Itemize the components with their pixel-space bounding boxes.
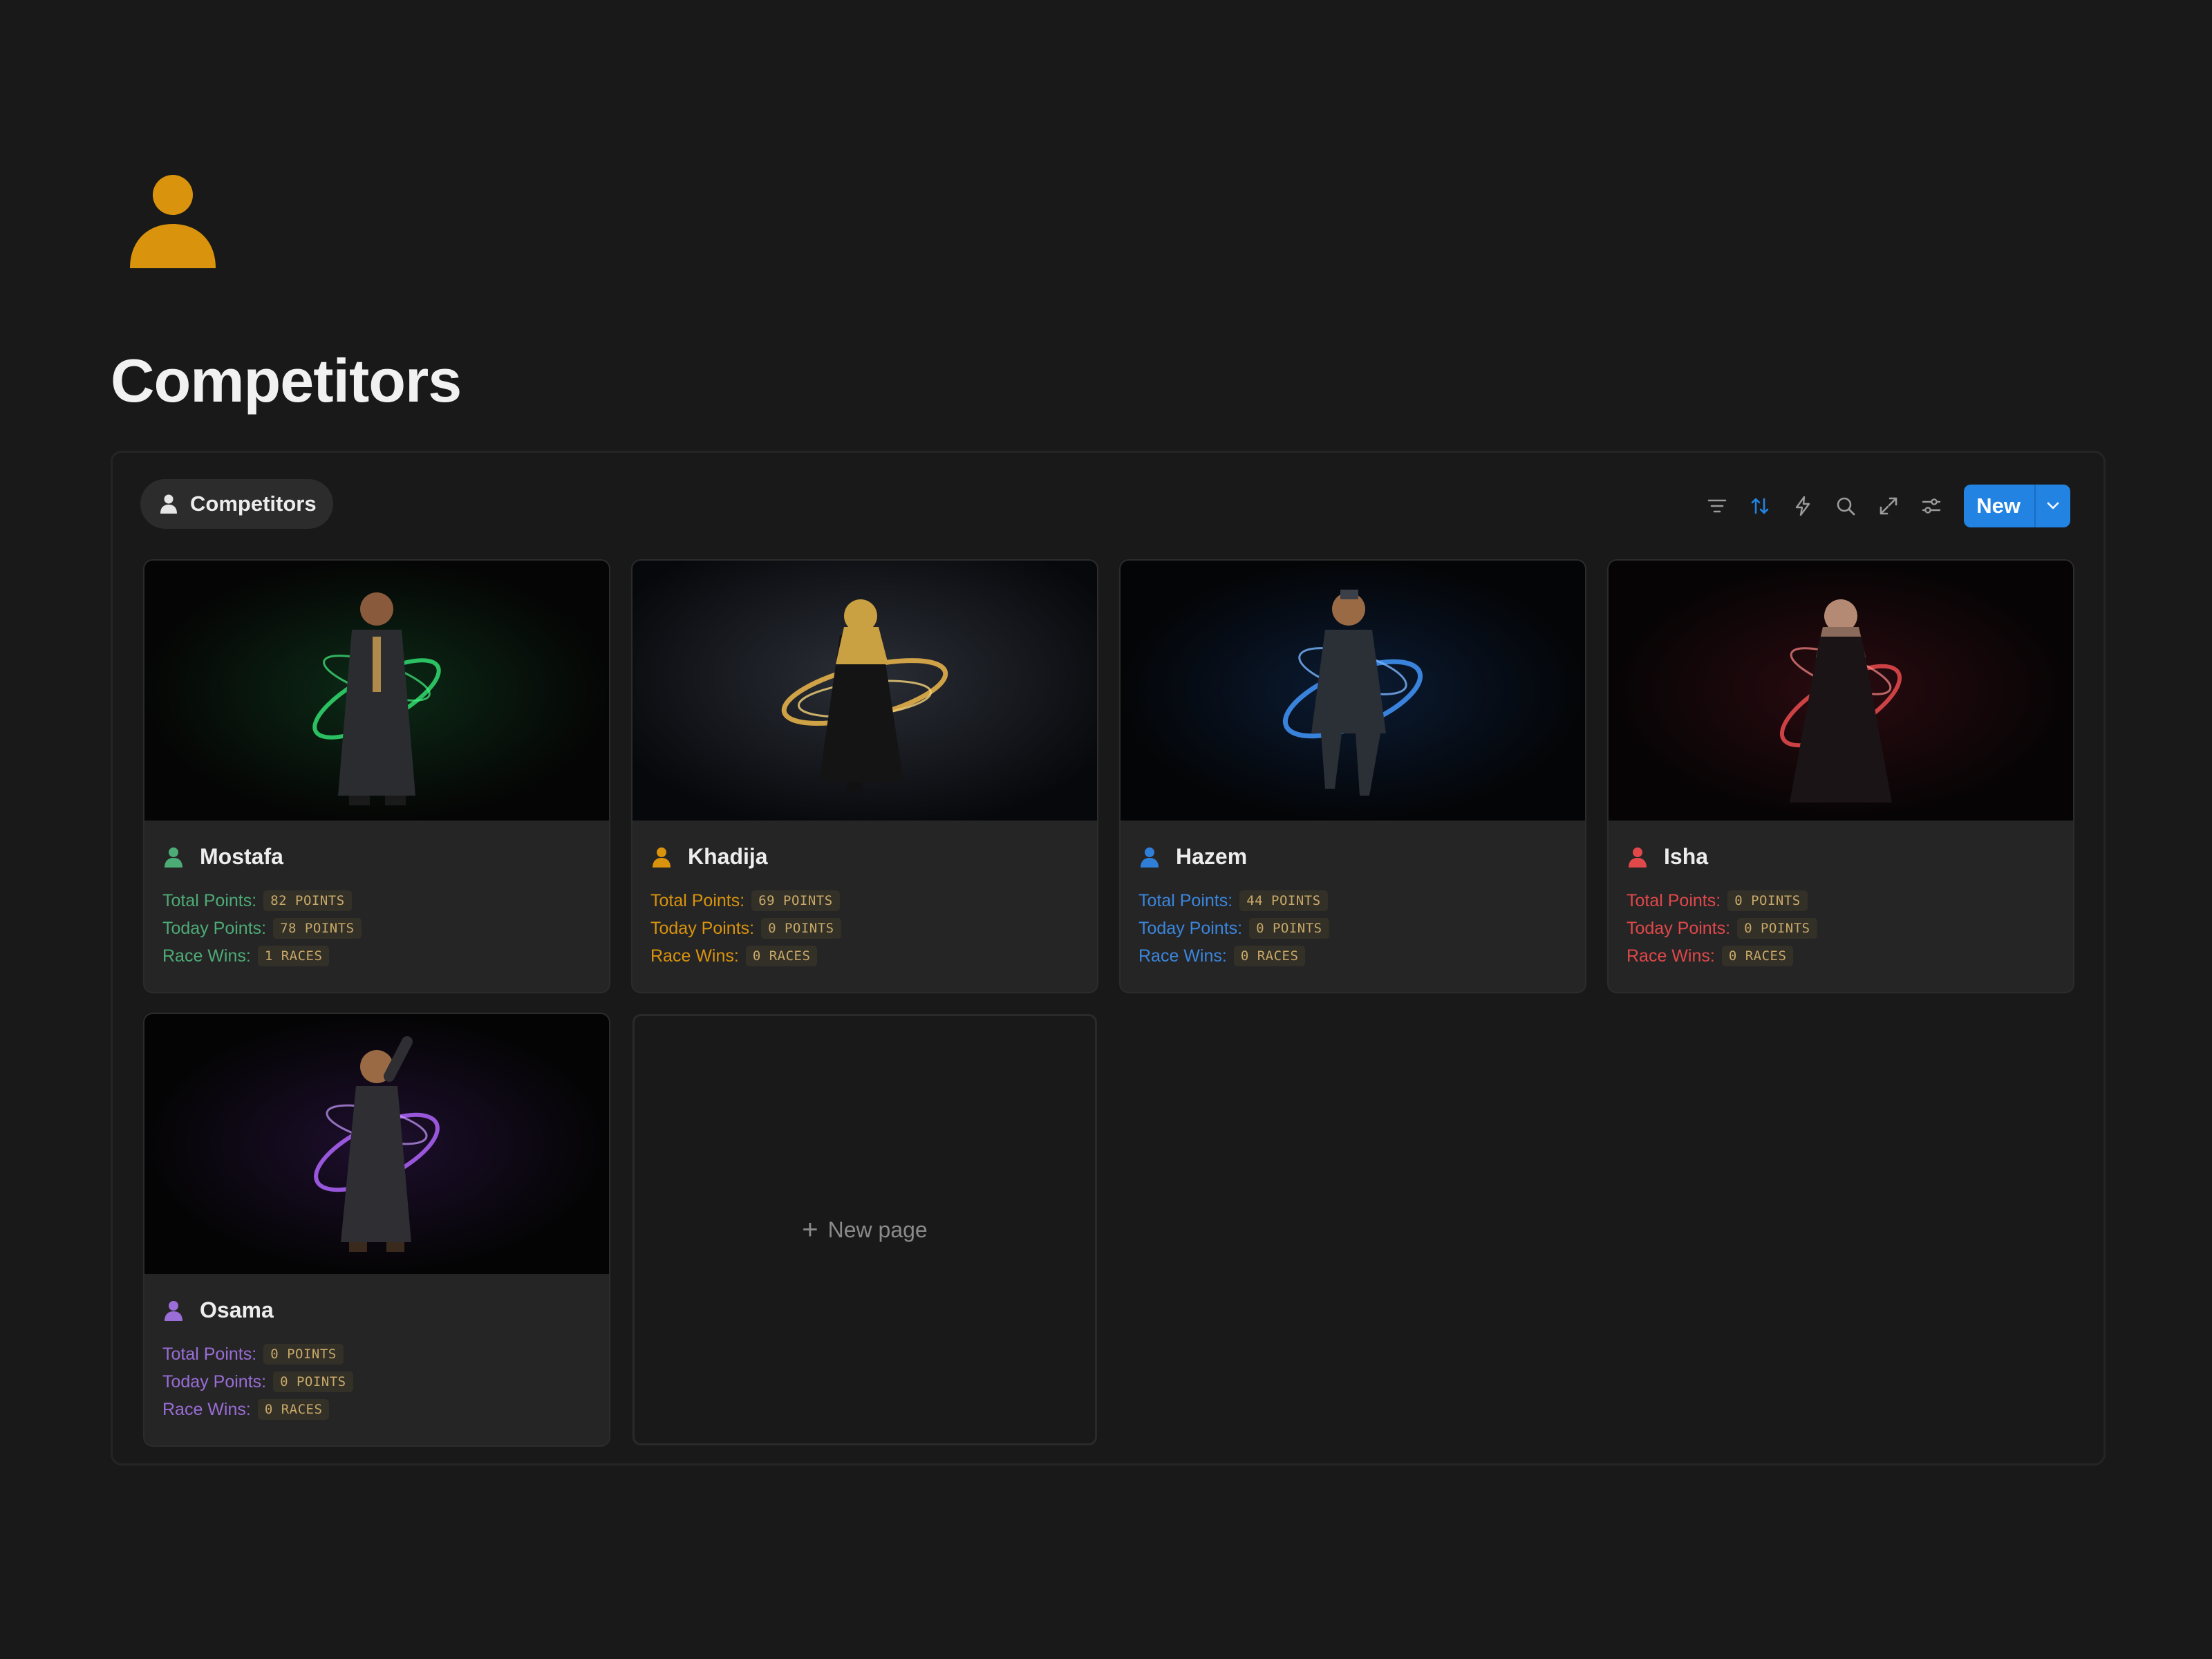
prop-race-wins: Race Wins: 1 RACES — [162, 944, 330, 968]
value-chip: 0 POINTS — [1737, 918, 1817, 939]
prop-race-wins: Race Wins: 0 RACES — [1627, 944, 1794, 968]
prop-label: Race Wins: — [162, 1399, 251, 1419]
prop-today-points: Today Points: 0 POINTS — [1627, 916, 1817, 941]
expand-button[interactable] — [1867, 485, 1910, 527]
value-chip: 0 POINTS — [273, 1371, 353, 1392]
value-chip: 69 POINTS — [751, 890, 840, 911]
prop-label: Total Points: — [162, 1344, 257, 1364]
new-button-group: New — [1964, 485, 2070, 527]
person-icon — [1629, 847, 1647, 868]
view-tab-competitors[interactable]: Competitors — [140, 479, 333, 529]
card-cover-image — [144, 561, 609, 821]
value-chip: 78 POINTS — [273, 918, 362, 939]
chevron-down-icon — [2047, 502, 2059, 509]
person-icon — [1141, 847, 1159, 868]
view-tab-label: Competitors — [190, 491, 317, 516]
prop-label: Today Points: — [1138, 918, 1243, 938]
gallery-card[interactable]: Osama Total Points: 0 POINTS Today Point… — [144, 1014, 609, 1445]
database-view: Competitors New Mostafa Total Points: 82… — [111, 451, 2106, 1465]
card-title: Isha — [1627, 844, 1708, 870]
prop-label: Total Points: — [1138, 890, 1233, 910]
automation-button[interactable] — [1781, 485, 1824, 527]
prop-label: Race Wins: — [162, 946, 251, 966]
page-person-icon[interactable] — [130, 174, 216, 268]
prop-label: Race Wins: — [1138, 946, 1227, 966]
value-chip: 0 RACES — [1233, 946, 1306, 966]
card-name: Hazem — [1176, 844, 1248, 869]
new-page-card[interactable]: + New page — [632, 1014, 1097, 1445]
prop-race-wins: Race Wins: 0 RACES — [650, 944, 818, 968]
prop-label: Today Points: — [162, 918, 267, 938]
card-cover-image — [1121, 561, 1585, 821]
prop-label: Total Points: — [1627, 890, 1721, 910]
sort-icon — [1751, 498, 1769, 514]
value-chip: 82 POINTS — [263, 890, 352, 911]
person-icon — [160, 494, 177, 514]
prop-label: Today Points: — [1627, 918, 1731, 938]
value-chip: 0 RACES — [257, 1399, 330, 1420]
card-cover-image — [1609, 561, 2073, 821]
page-title: Competitors — [111, 346, 462, 415]
prop-total-points: Total Points: 69 POINTS — [650, 888, 840, 913]
value-chip: 0 POINTS — [1727, 890, 1808, 911]
value-chip: 0 POINTS — [761, 918, 841, 939]
card-title: Mostafa — [162, 844, 283, 870]
card-name: Isha — [1664, 844, 1709, 869]
prop-today-points: Today Points: 0 POINTS — [162, 1369, 353, 1394]
sort-button[interactable] — [1738, 485, 1781, 527]
new-button[interactable]: New — [1964, 485, 2034, 527]
value-chip: 44 POINTS — [1239, 890, 1328, 911]
person-icon — [165, 847, 182, 868]
view-settings-button[interactable] — [1910, 485, 1953, 527]
prop-race-wins: Race Wins: 0 RACES — [162, 1397, 330, 1422]
prop-total-points: Total Points: 0 POINTS — [162, 1342, 344, 1367]
card-title: Hazem — [1138, 844, 1247, 870]
gallery-card[interactable]: Mostafa Total Points: 82 POINTS Today Po… — [144, 561, 609, 992]
card-cover-image — [632, 561, 1097, 821]
person-icon — [165, 1300, 182, 1321]
gallery-card[interactable]: Khadija Total Points: 69 POINTS Today Po… — [632, 561, 1097, 992]
prop-label: Today Points: — [162, 1371, 267, 1391]
prop-today-points: Today Points: 78 POINTS — [162, 916, 362, 941]
prop-today-points: Today Points: 0 POINTS — [650, 916, 841, 941]
new-page-label: New page — [827, 1217, 928, 1242]
prop-total-points: Total Points: 82 POINTS — [162, 888, 352, 913]
database-toolbar: New — [1696, 485, 2070, 527]
search-icon — [1837, 497, 1855, 516]
card-name: Osama — [200, 1297, 274, 1322]
person-icon — [653, 847, 671, 868]
prop-label: Today Points: — [650, 918, 755, 938]
value-chip: 0 RACES — [745, 946, 818, 966]
value-chip: 0 POINTS — [1249, 918, 1329, 939]
prop-label: Race Wins: — [1627, 946, 1715, 966]
card-cover-image — [144, 1014, 609, 1274]
prop-label: Race Wins: — [650, 946, 739, 966]
prop-today-points: Today Points: 0 POINTS — [1138, 916, 1329, 941]
prop-label: Total Points: — [162, 890, 257, 910]
gallery-card[interactable]: Isha Total Points: 0 POINTS Today Points… — [1609, 561, 2073, 992]
new-options-button[interactable] — [2034, 485, 2070, 527]
filter-button[interactable] — [1696, 485, 1738, 527]
card-title: Osama — [162, 1297, 274, 1323]
settings-icon — [1922, 498, 1941, 514]
value-chip: 0 RACES — [1721, 946, 1794, 966]
value-chip: 1 RACES — [257, 946, 330, 966]
value-chip: 0 POINTS — [263, 1344, 344, 1365]
gallery-card[interactable]: Hazem Total Points: 44 POINTS Today Poin… — [1121, 561, 1585, 992]
prop-total-points: Total Points: 0 POINTS — [1627, 888, 1808, 913]
prop-label: Total Points: — [650, 890, 745, 910]
expand-icon — [1880, 497, 1897, 515]
prop-total-points: Total Points: 44 POINTS — [1138, 888, 1328, 913]
prop-race-wins: Race Wins: 0 RACES — [1138, 944, 1306, 968]
filter-icon — [1707, 499, 1727, 513]
card-name: Khadija — [688, 844, 768, 869]
card-title: Khadija — [650, 844, 768, 870]
plus-icon: + — [802, 1214, 818, 1245]
search-button[interactable] — [1824, 485, 1867, 527]
automation-icon — [1796, 496, 1810, 516]
card-name: Mostafa — [200, 844, 283, 869]
